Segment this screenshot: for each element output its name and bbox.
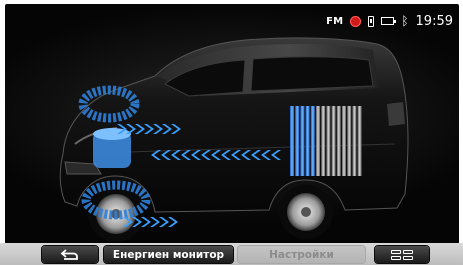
motor-unit — [93, 128, 131, 168]
flow-chevron — [168, 217, 178, 227]
back-arrow-icon — [60, 248, 78, 260]
back-button[interactable] — [42, 246, 98, 263]
flow-chevron — [150, 217, 160, 227]
energy-monitor-display: FM ᛒ 19:59 — [5, 4, 459, 244]
flow-chevron — [159, 217, 169, 227]
record-icon — [350, 15, 362, 27]
battery-cell — [326, 106, 331, 176]
battery-cell — [357, 106, 362, 176]
bottom-toolbar: Енергиен монитор Настройки — [0, 243, 463, 265]
battery-cell — [290, 106, 294, 176]
battery-cell — [331, 106, 336, 176]
battery-cell — [300, 106, 305, 176]
car-energy-diagram — [59, 37, 409, 242]
battery-cell — [316, 106, 320, 176]
battery-cell — [310, 106, 315, 176]
battery-cell — [342, 106, 346, 176]
clock: 19:59 — [415, 13, 453, 29]
phone-icon — [368, 15, 375, 27]
energy-monitor-button[interactable]: Енергиен монитор — [104, 246, 233, 263]
bluetooth-icon: ᛒ — [401, 14, 409, 28]
battery-cell — [295, 106, 300, 176]
battery-cell — [321, 106, 326, 176]
status-bar: FM ᛒ 19:59 — [326, 12, 453, 30]
battery-cell — [336, 106, 341, 176]
radio-band: FM — [326, 15, 344, 27]
screen: FM ᛒ 19:59 Енергиен монитор Настройки — [0, 0, 463, 265]
rear-wheel — [279, 185, 333, 239]
grid-menu-icon — [391, 249, 413, 260]
menu-button[interactable] — [375, 246, 429, 263]
battery-cell — [305, 106, 310, 176]
battery-cell — [352, 106, 357, 176]
battery-icon — [381, 17, 397, 25]
settings-button[interactable]: Настройки — [238, 246, 365, 263]
battery-cell — [347, 106, 352, 176]
